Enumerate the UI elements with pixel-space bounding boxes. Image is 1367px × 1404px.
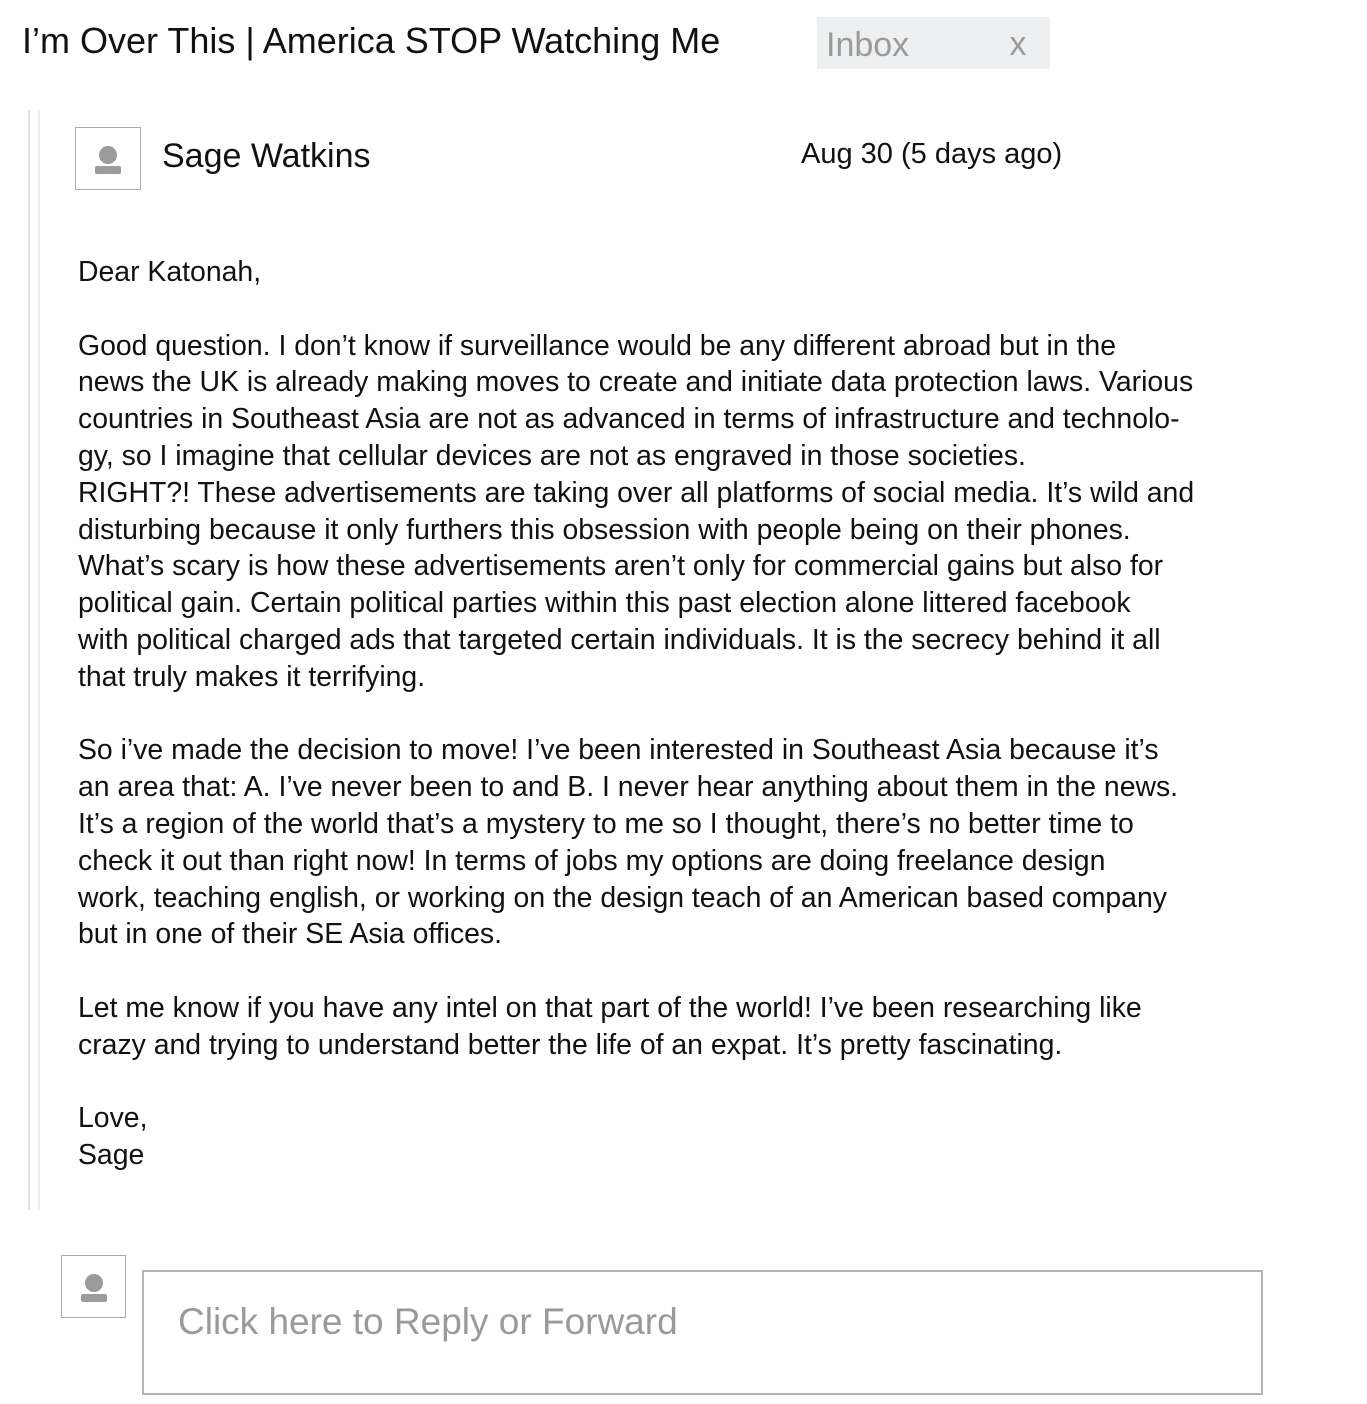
message-signoff: Love,	[78, 1102, 148, 1135]
person-icon	[99, 146, 117, 164]
message-paragraph-3: Let me know if you have any intel on tha…	[78, 991, 1142, 1061]
reply-forward-box[interactable]: Click here to Reply or Forward	[142, 1270, 1263, 1395]
sender-name[interactable]: Sage Watkins	[162, 135, 371, 177]
thread-quote-rail	[28, 110, 40, 1210]
remove-label-close-icon[interactable]: x	[1003, 25, 1033, 63]
inbox-label-text: Inbox	[826, 26, 910, 64]
message-paragraph-1: Good question. I don’t know if surveilla…	[78, 329, 1195, 693]
message-signature: Sage	[78, 1139, 145, 1172]
person-icon-body	[81, 1294, 107, 1302]
email-subject: I’m Over This | America STOP Watching Me	[22, 20, 721, 61]
message-body: Dear Katonah, Good question. I don’t kno…	[78, 254, 1363, 1174]
person-icon-body	[95, 166, 121, 174]
message-greeting: Dear Katonah,	[78, 256, 262, 288]
inbox-label-chip[interactable]: Inbox x	[817, 17, 1050, 69]
sender-avatar	[75, 127, 141, 190]
reply-placeholder-text: Click here to Reply or Forward	[178, 1301, 678, 1342]
current-user-avatar	[61, 1255, 126, 1318]
person-icon	[85, 1274, 103, 1292]
message-timestamp: Aug 30 (5 days ago)	[801, 138, 1063, 170]
message-paragraph-2: So i’ve made the decision to move! I’ve …	[78, 734, 1179, 951]
